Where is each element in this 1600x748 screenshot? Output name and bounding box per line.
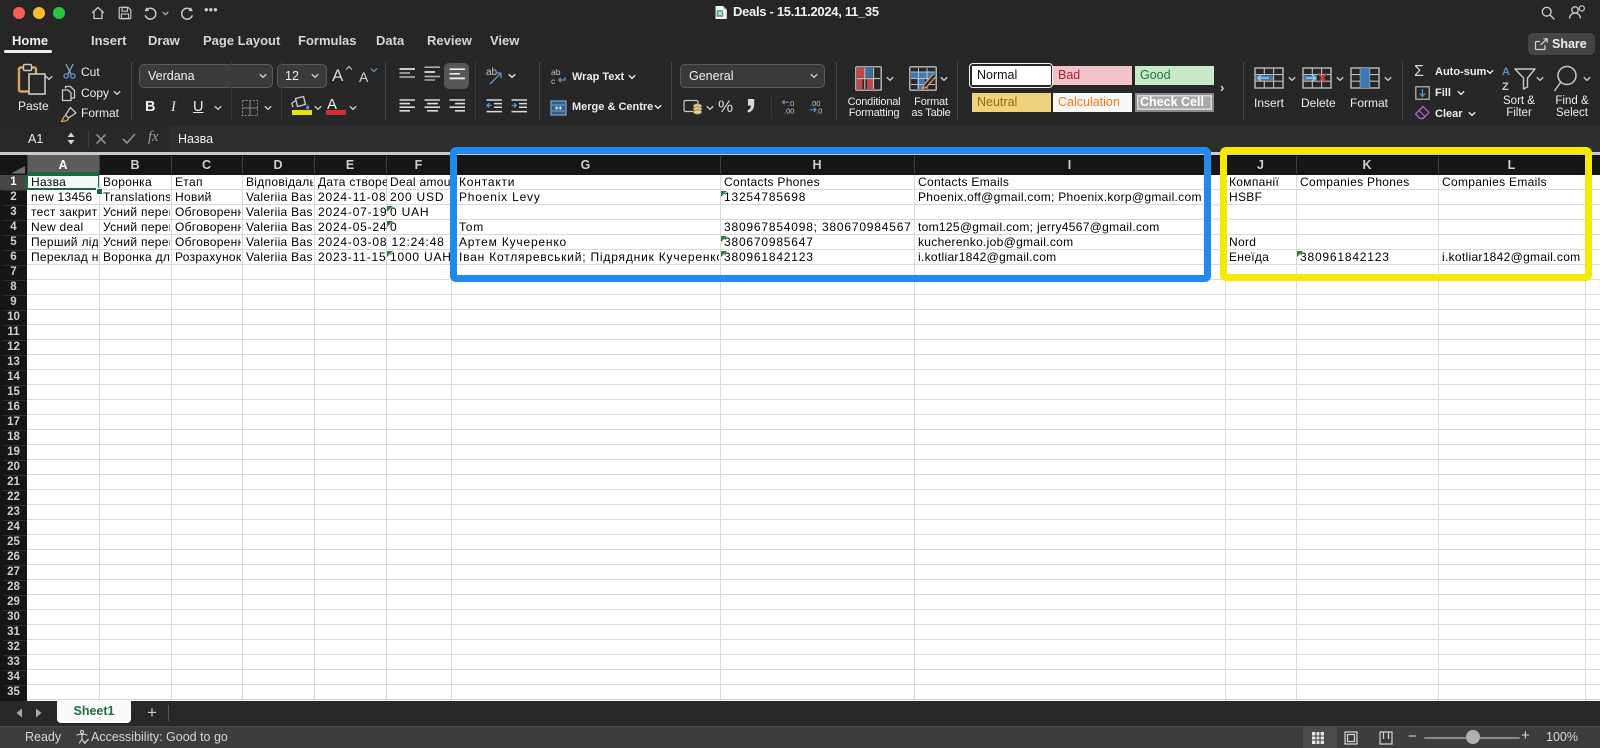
svg-text:.00: .00 bbox=[784, 107, 794, 115]
svg-text:Z: Z bbox=[1502, 81, 1509, 92]
svg-text:c: c bbox=[551, 76, 556, 85]
svg-text:A: A bbox=[1502, 66, 1510, 78]
svg-text:ab: ab bbox=[486, 67, 498, 78]
svg-text:.0: .0 bbox=[816, 107, 822, 115]
